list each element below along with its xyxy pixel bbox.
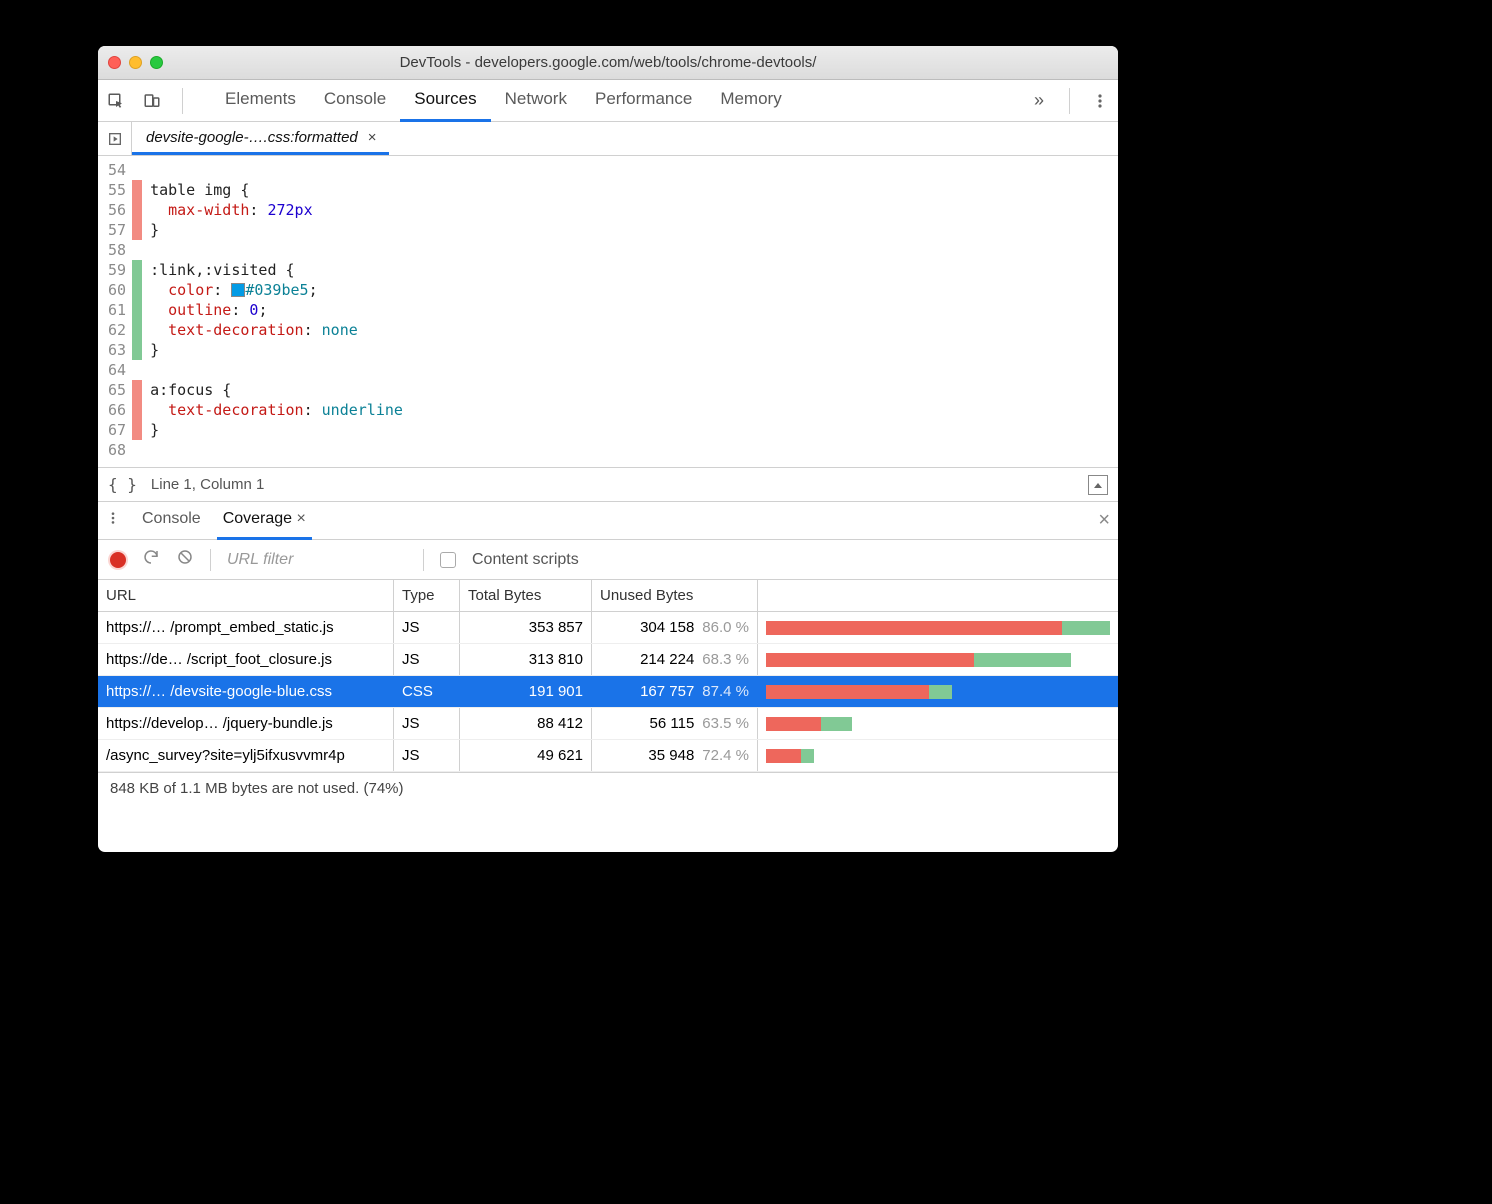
table-row[interactable]: https://… /prompt_embed_static.jsJS353 8… — [98, 612, 1118, 644]
cell-url: https://develop… /jquery-bundle.js — [98, 708, 394, 739]
cell-vis — [758, 685, 1118, 699]
table-row[interactable]: /async_survey?site=ylj5ifxusvvmr4pJS49 6… — [98, 740, 1118, 772]
window-title: DevTools - developers.google.com/web/too… — [98, 54, 1118, 71]
col-url[interactable]: URL — [98, 580, 394, 611]
zoom-window-button[interactable] — [150, 56, 163, 69]
content-scripts-checkbox[interactable] — [440, 552, 456, 568]
cell-unused: 214 22468.3 % — [592, 644, 758, 675]
inspect-element-icon[interactable] — [104, 89, 128, 113]
close-window-button[interactable] — [108, 56, 121, 69]
drawer-tabs: Console Coverage × × — [98, 502, 1118, 540]
file-tabs: devsite-google-….css:formatted × — [98, 122, 1118, 156]
source-editor[interactable]: 545556575859606162636465666768 table img… — [98, 156, 1118, 468]
tab-console[interactable]: Console — [310, 79, 400, 122]
tabs-overflow-icon[interactable]: » — [1027, 89, 1051, 113]
code-content: table img { max-width: 272px}:link,:visi… — [142, 156, 403, 467]
coverage-gutter — [132, 156, 142, 467]
cell-vis — [758, 653, 1118, 667]
cell-total: 49 621 — [460, 740, 592, 771]
settings-menu-icon[interactable] — [1088, 93, 1112, 109]
drawer-menu-icon[interactable] — [106, 511, 124, 530]
file-navigator-icon[interactable] — [98, 122, 132, 155]
tab-sources[interactable]: Sources — [400, 79, 490, 122]
col-unused[interactable]: Unused Bytes — [592, 580, 758, 611]
cell-url: https://… /devsite-google-blue.css — [98, 676, 394, 707]
separator — [1069, 88, 1070, 114]
table-body: https://… /prompt_embed_static.jsJS353 8… — [98, 612, 1118, 772]
cell-unused: 35 94872.4 % — [592, 740, 758, 771]
reload-icon[interactable] — [142, 548, 160, 571]
close-tab-icon[interactable]: × — [368, 129, 377, 146]
cell-type: CSS — [394, 676, 460, 707]
drawer-tab-console[interactable]: Console — [136, 501, 207, 540]
cell-total: 353 857 — [460, 612, 592, 643]
tab-memory[interactable]: Memory — [706, 79, 795, 122]
panel-tabs: ElementsConsoleSourcesNetworkPerformance… — [98, 80, 1118, 122]
cell-type: JS — [394, 612, 460, 643]
cell-url: /async_survey?site=ylj5ifxusvvmr4p — [98, 740, 394, 771]
cell-vis — [758, 717, 1118, 731]
cell-url: https://… /prompt_embed_static.js — [98, 612, 394, 643]
close-tab-icon[interactable]: × — [292, 510, 306, 527]
tab-elements[interactable]: Elements — [211, 79, 310, 122]
cursor-position: Line 1, Column 1 — [151, 476, 264, 493]
line-gutter: 545556575859606162636465666768 — [98, 156, 132, 467]
window-controls — [108, 56, 163, 69]
devtools-window: DevTools - developers.google.com/web/too… — [98, 46, 1118, 852]
col-type[interactable]: Type — [394, 580, 460, 611]
file-tab-label: devsite-google-….css:formatted — [146, 129, 358, 146]
col-total[interactable]: Total Bytes — [460, 580, 592, 611]
table-row[interactable]: https://de… /script_foot_closure.jsJS313… — [98, 644, 1118, 676]
coverage-toolbar: URL filter Content scripts — [98, 540, 1118, 580]
cell-type: JS — [394, 708, 460, 739]
separator — [182, 88, 183, 114]
cell-type: JS — [394, 740, 460, 771]
toggle-sidebar-icon[interactable] — [1088, 475, 1108, 495]
cell-vis — [758, 621, 1118, 635]
table-row[interactable]: https://… /devsite-google-blue.cssCSS191… — [98, 676, 1118, 708]
tab-network[interactable]: Network — [491, 79, 581, 122]
cell-total: 191 901 — [460, 676, 592, 707]
coverage-summary: 848 KB of 1.1 MB bytes are not used. (74… — [98, 772, 1118, 804]
separator — [210, 549, 211, 571]
cell-unused: 56 11563.5 % — [592, 708, 758, 739]
coverage-table: URL Type Total Bytes Unused Bytes https:… — [98, 580, 1118, 852]
drawer-tab-coverage[interactable]: Coverage × — [217, 501, 312, 540]
tab-performance[interactable]: Performance — [581, 79, 706, 122]
device-toolbar-icon[interactable] — [140, 89, 164, 113]
clear-icon[interactable] — [176, 548, 194, 571]
close-drawer-icon[interactable]: × — [1098, 509, 1110, 532]
table-row[interactable]: https://develop… /jquery-bundle.jsJS88 4… — [98, 708, 1118, 740]
pretty-print-icon[interactable]: { } — [108, 475, 137, 494]
cell-total: 313 810 — [460, 644, 592, 675]
record-button[interactable] — [110, 552, 126, 568]
table-header-row: URL Type Total Bytes Unused Bytes — [98, 580, 1118, 612]
drawer-tabs-list: Console Coverage × — [136, 501, 312, 540]
url-filter-input[interactable]: URL filter — [227, 551, 407, 569]
cell-unused: 167 75787.4 % — [592, 676, 758, 707]
content-scripts-label: Content scripts — [472, 551, 579, 569]
cell-url: https://de… /script_foot_closure.js — [98, 644, 394, 675]
titlebar: DevTools - developers.google.com/web/too… — [98, 46, 1118, 80]
separator — [423, 549, 424, 571]
file-tab[interactable]: devsite-google-….css:formatted × — [132, 122, 389, 155]
cell-total: 88 412 — [460, 708, 592, 739]
minimize-window-button[interactable] — [129, 56, 142, 69]
main-tabs-list: ElementsConsoleSourcesNetworkPerformance… — [211, 79, 1015, 122]
cell-vis — [758, 749, 1118, 763]
editor-status-bar: { } Line 1, Column 1 — [98, 468, 1118, 502]
cell-type: JS — [394, 644, 460, 675]
cell-unused: 304 15886.0 % — [592, 612, 758, 643]
